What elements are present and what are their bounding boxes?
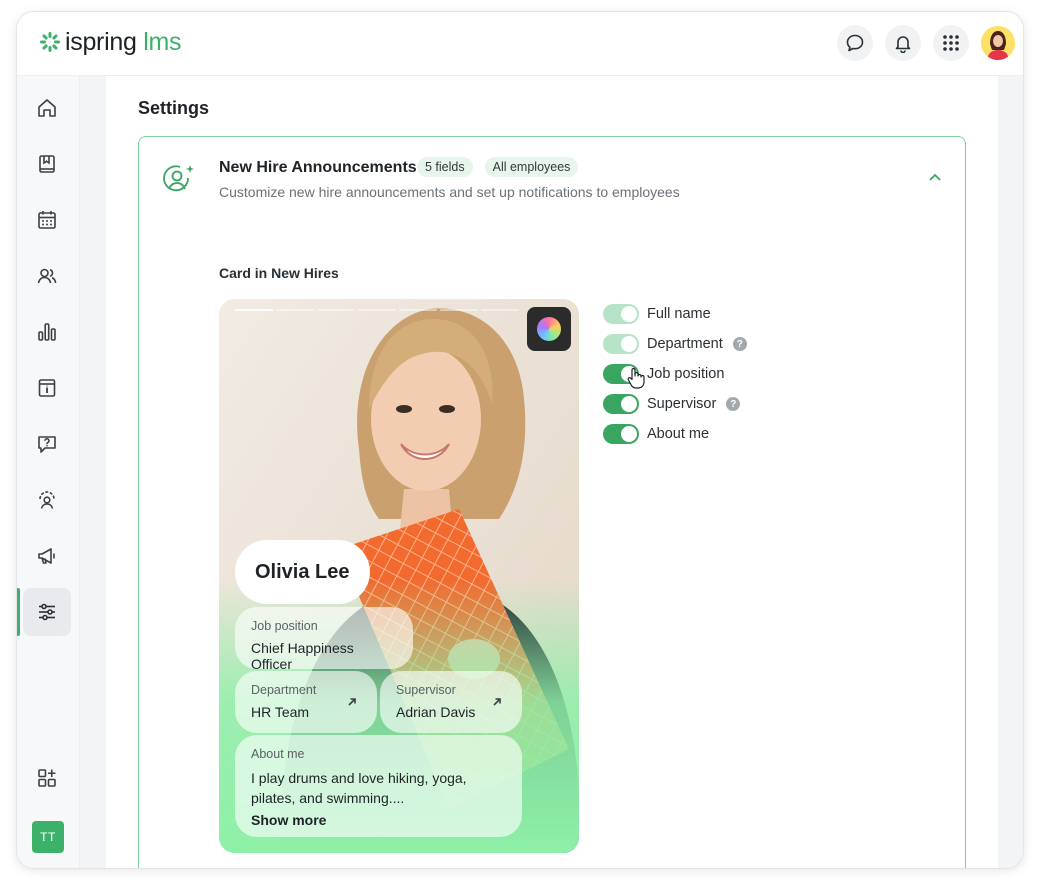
arrow-up-right-icon [348,698,356,706]
about-me-field: About me I play drums and love hiking, y… [235,735,522,837]
info-icon [38,379,56,397]
megaphone-icon [38,548,55,564]
color-wheel-icon [537,317,561,341]
nav-performance[interactable] [23,476,71,524]
people-gear-icon [39,491,55,509]
help-icon[interactable]: ? [732,337,747,351]
calendar-icon [38,211,56,229]
toggle-row-job-position: Job position [603,359,747,389]
nav-calendar[interactable] [23,196,71,244]
panel-subtitle: Customize new hire announcements and set… [219,184,680,200]
about-me-value: I play drums and love hiking, yoga, pila… [251,770,467,806]
ispring-logo[interactable]: ispring lms [39,27,181,57]
employee-name: Olivia Lee [235,540,370,604]
theme-picker-button[interactable] [527,307,571,351]
nav-settings[interactable] [23,588,71,636]
user-avatar[interactable] [981,26,1015,60]
apps-button[interactable] [933,25,969,61]
nav-courses[interactable] [23,140,71,188]
users-icon [37,268,57,284]
nav-home[interactable] [23,84,71,132]
app-window: ispring lms TT Settings New Hire Announc… [16,11,1024,869]
panel-title: New Hire Announcements [219,159,417,176]
logo-main-text: ispring [65,28,137,56]
chat-button[interactable] [837,25,873,61]
about-me-toggle-label: About me [647,426,710,442]
nav-announcements[interactable] [23,532,71,580]
user-avatar-image [981,26,1015,60]
story-progress [235,309,522,311]
chat-icon [846,34,864,52]
ispring-logo-icon [40,32,60,52]
supervisor-toggle-label: Supervisor [647,396,717,412]
department-label: Department [251,683,317,697]
book-icon [39,155,55,173]
nav-reports[interactable] [23,308,71,356]
fields-count-tag: 5 fields [417,157,473,177]
page-title: Settings [138,98,210,118]
audience-tag: All employees [484,157,579,177]
nav-users[interactable] [23,252,71,300]
supervisor-field[interactable]: Supervisor Adrian Davis [380,671,522,733]
logo-accent-text: lms [136,28,182,56]
new-hire-card-preview: Olivia Lee Job position Chief Happiness … [219,299,579,853]
full-name-label: Full name [647,306,711,322]
show-more-link[interactable]: Show more [251,812,506,828]
toggle-row-full-name: Full name [603,299,747,329]
bell-icon [895,36,911,53]
sidebar: TT [17,76,80,868]
sliders-icon [39,603,55,621]
new-hire-panel: New Hire Announcements 5 fields All empl… [138,136,966,868]
content-area: Settings New Hire Announcements 5 fields… [106,76,998,868]
logo-text: ispring lms [65,27,181,57]
supervisor-toggle[interactable] [603,394,639,414]
add-widget-icon [38,769,56,787]
job-position-label: Job position [251,619,318,633]
department-toggle[interactable] [603,334,639,354]
top-actions [825,25,1015,61]
active-nav-indicator [17,588,20,636]
nav-info[interactable] [23,364,71,412]
supervisor-label: Supervisor [396,683,456,697]
hand-cursor-icon [627,367,645,389]
toggle-row-department: Department ? [603,329,747,359]
field-toggles: Full name Department ? Job position Supe… [603,299,747,449]
toggle-row-supervisor: Supervisor ? [603,389,747,419]
notifications-button[interactable] [885,25,921,61]
user-sparkle-icon [163,165,194,192]
nav-add-widget[interactable] [23,754,71,802]
main-area: Settings New Hire Announcements 5 fields… [80,76,1023,868]
arrow-up-right-icon [493,698,501,706]
toggle-row-about-me: About me [603,419,747,449]
supervisor-value: Adrian Davis [396,704,476,720]
help-icon[interactable]: ? [726,397,741,411]
section-label: Card in New Hires [219,265,339,281]
job-position-field: Job position Chief Happiness Officer [235,607,413,672]
job-position-toggle-label: Job position [647,366,725,382]
panel-tags: 5 fields All employees [417,157,590,177]
home-icon [38,99,56,117]
chevron-up-icon[interactable] [929,173,941,181]
full-name-toggle[interactable] [603,304,639,324]
top-bar: ispring lms [17,12,1023,76]
user-initials-badge[interactable]: TT [32,821,64,853]
department-value: HR Team [251,704,310,720]
about-me-label: About me [251,747,305,761]
apps-grid-icon [943,35,959,51]
job-position-value: Chief Happiness Officer [251,640,354,672]
department-field[interactable]: Department HR Team [235,671,377,733]
department-toggle-label: Department [647,336,723,352]
about-me-toggle[interactable] [603,424,639,444]
question-icon [38,436,56,453]
nav-quizzes[interactable] [23,420,71,468]
chart-icon [38,323,56,341]
